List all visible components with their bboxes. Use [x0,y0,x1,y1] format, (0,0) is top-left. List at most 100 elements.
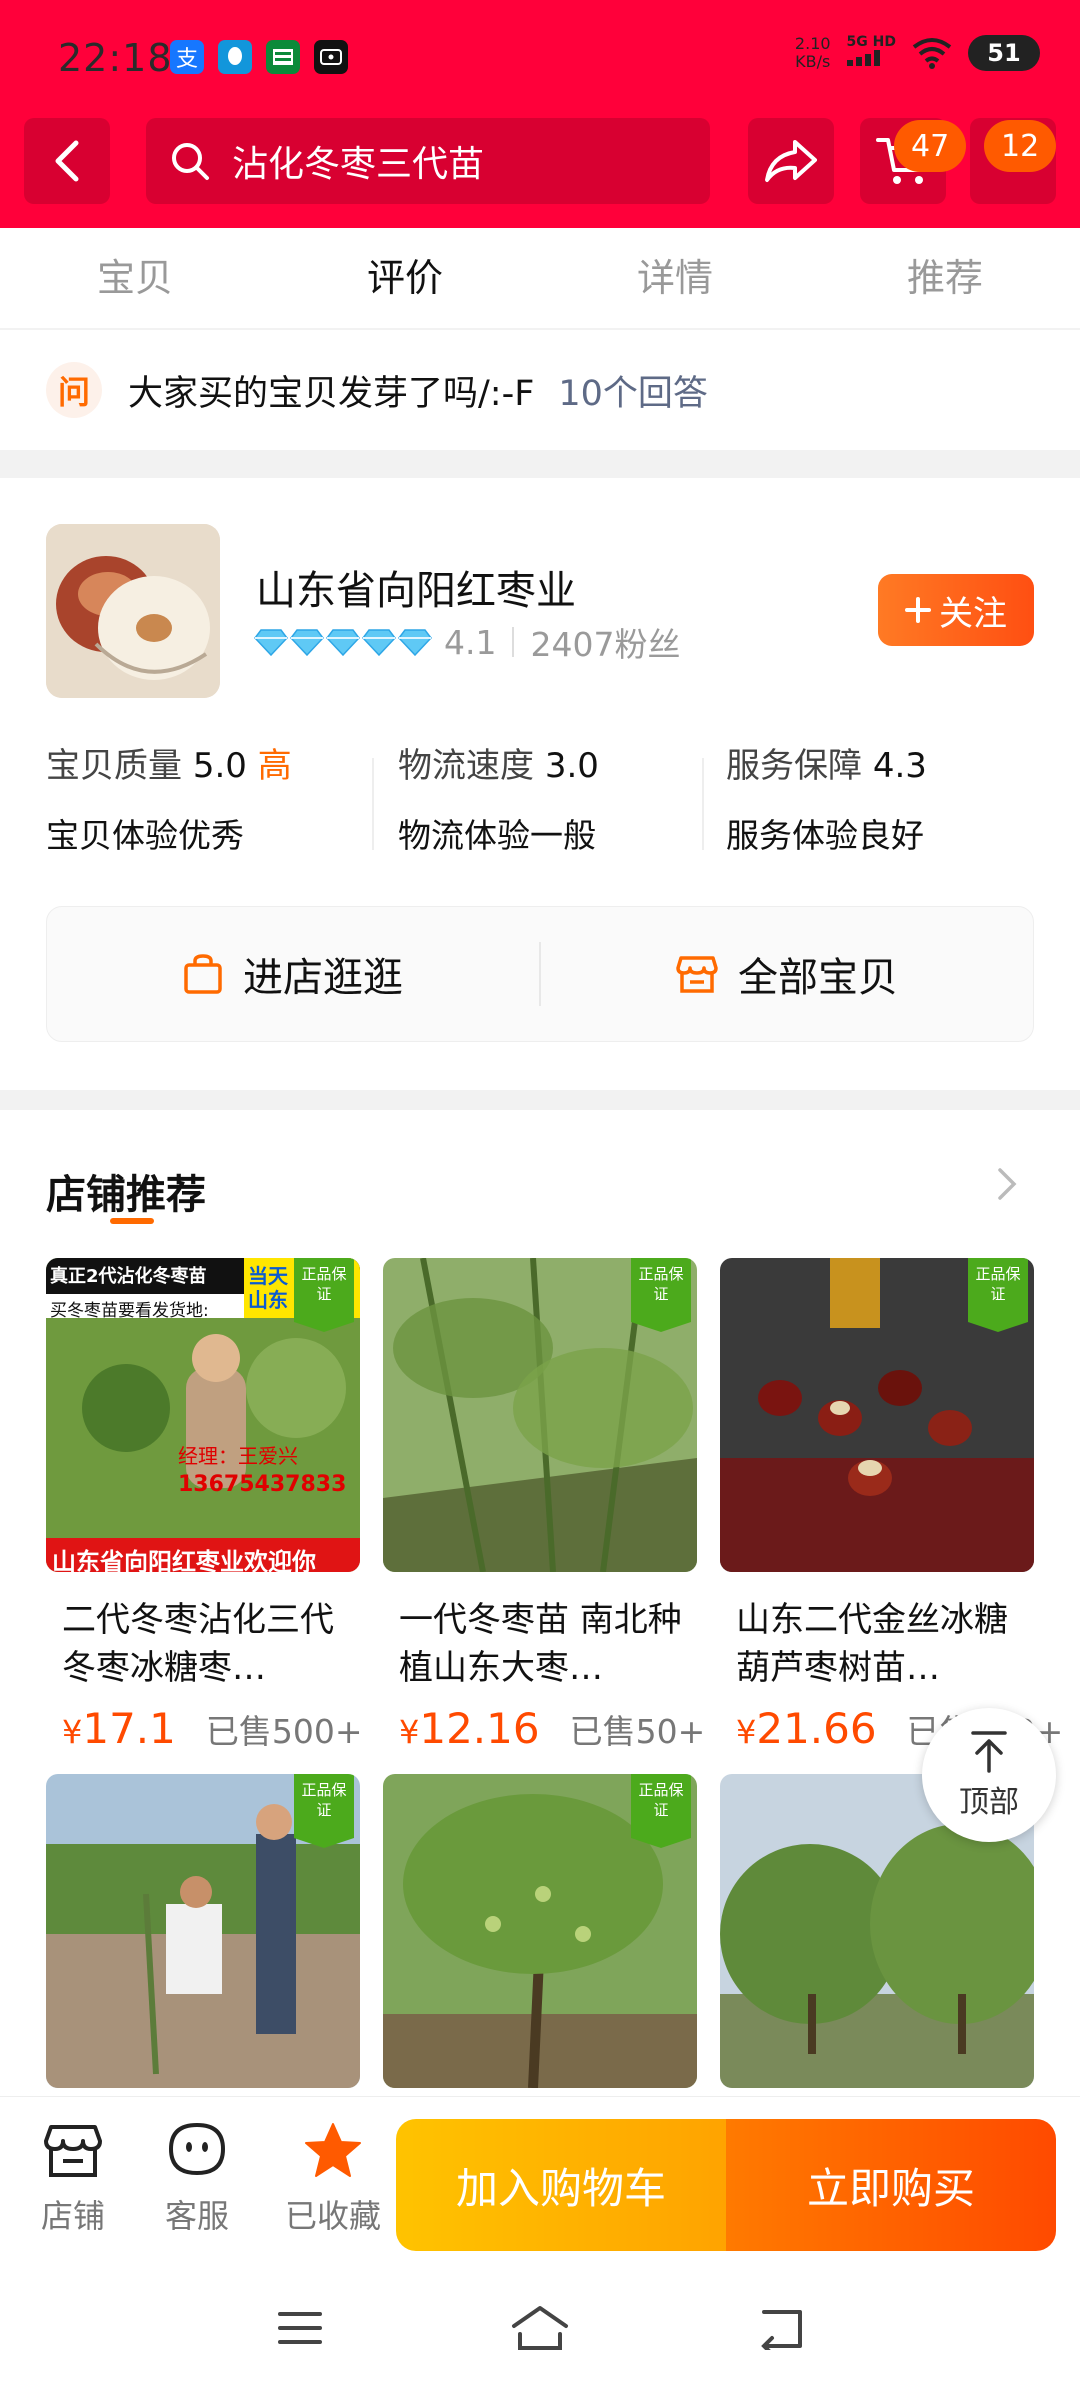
diamond-icon [290,629,324,656]
shop-logo[interactable] [46,524,220,698]
metric-logistics-title: 物流速度 3.0 [398,738,599,787]
all-items-label: 全部宝贝 [738,955,898,1001]
metric-value: 5.0 [192,746,247,786]
buy-now-button[interactable]: 立即购买 [726,2119,1056,2251]
arrow-up-icon [971,1731,1007,1773]
product-image[interactable]: 正品保证 [46,1774,360,2088]
price-value: 12.16 [419,1704,540,1753]
all-items-button[interactable]: 全部宝贝 [541,907,1033,1041]
battery-indicator: 51 [968,34,1040,71]
metric-level: 高 [257,746,292,786]
banner-top-text: 真正2代沾化冬枣苗 [50,1266,207,1287]
status-right: 2.10 KB/s 5G HD 51 [795,34,1040,71]
divider [512,627,515,657]
system-nav-bar [0,2258,1080,2400]
favorite-button[interactable]: 已收藏 [268,2121,398,2237]
product-card[interactable]: 正品保证 山东二代金丝冰糖葫芦枣树苗… ¥21.66 已售100+ [720,1258,1063,1753]
post-icon [266,40,300,74]
share-button[interactable] [748,118,834,204]
qq-icon [218,40,252,74]
metric-value: 3.0 [544,746,599,786]
product-image[interactable]: 正品保证 [720,1258,1034,1572]
metric-desc: 服务体验良好 [726,816,924,855]
metric-label: 物流速度 [398,746,534,786]
product-image[interactable]: 正品保证 [383,1774,697,2088]
status-time: 22:18 [58,36,173,80]
currency-symbol: ¥ [736,1713,757,1751]
product-image[interactable]: 真正2代沾化冬枣苗 买冬枣苗要看发货地: 当天 山东 经理：王爱兴 136754… [46,1258,360,1572]
alipay-icon: 支 [170,40,204,74]
metric-quality: 宝贝质量 5.0 高 宝贝体验优秀 [46,738,292,857]
chevron-right-icon[interactable] [994,1164,1022,1204]
plus-icon [905,597,931,623]
search-bar[interactable]: 沾化冬枣三代苗 [146,118,710,204]
bottom-action-bar: 店铺 客服 已收藏 加入购物车 立即购买 [0,2096,1080,2258]
tab-bar: 宝贝 评价 详情 推荐 [0,228,1080,328]
follow-label: 关注 [939,593,1007,634]
store-icon [44,2125,102,2177]
genuine-tag-label: 正品保证 [638,1781,684,1819]
banner-manager-text: 经理：王爱兴 [178,1444,298,1468]
diamond-rating [254,628,432,656]
shop-name[interactable]: 山东省向阳红枣业 [256,558,576,616]
shop-card: 山东省向阳红枣业 4.1 2407粉丝 关注 宝贝质量 5.0 高 宝贝体验优秀… [0,478,1080,1090]
store-label: 店铺 [40,2197,105,2235]
video-icon [314,40,348,74]
store-button[interactable]: 店铺 [18,2121,128,2237]
shopping-bag-icon [184,954,222,994]
product-image[interactable]: 正品保证 [383,1258,697,1572]
metric-divider [372,758,374,850]
banner-side-text: 当天 山东 [248,1264,288,1312]
add-to-cart-button[interactable]: 加入购物车 [396,2119,726,2251]
status-bar: 22:18 支 2.10 KB/s 5G HD 51 [0,0,1080,112]
cart-badge: 47 [894,120,967,172]
tab-reviews[interactable]: 评价 [270,228,540,328]
product-card[interactable]: 正品保证 一代冬枣苗 南北种植山东大枣… ¥12.16 已售50+ [383,1258,705,1753]
product-card[interactable]: 正品保证 [46,1774,360,2088]
tab-details[interactable]: 详情 [540,228,810,328]
signal-icon: 5G HD [846,34,896,71]
product-card[interactable]: 真正2代沾化冬枣苗 买冬枣苗要看发货地: 当天 山东 经理：王爱兴 136754… [46,1258,363,1753]
metric-divider [702,758,704,850]
recent-apps-button[interactable] [260,2298,340,2358]
metric-service-title: 服务保障 4.3 [726,738,927,787]
enter-store-button[interactable]: 进店逛逛 [47,907,539,1041]
product-price: ¥21.66 [736,1704,877,1753]
qa-question: 大家买的宝贝发芽了吗/:-F [128,373,535,414]
tab-item[interactable]: 宝贝 [0,228,270,328]
home-icon [512,2306,568,2350]
metric-logistics: 物流速度 3.0 物流体验一般 [398,738,599,857]
shop-metrics: 宝贝质量 5.0 高 宝贝体验优秀 物流速度 3.0 物流体验一般 服务保障 4… [0,738,1080,868]
metric-desc: 宝贝体验优秀 [46,816,244,855]
metric-desc: 物流体验一般 [398,816,596,855]
diamond-icon [362,629,396,656]
screen: 22:18 支 2.10 KB/s 5G HD 51 沾化冬枣三代苗 47 12… [0,0,1080,2400]
product-title: 山东二代金丝冰糖葫芦枣树苗… [736,1600,1008,1688]
banner-phone-text: 13675437833 [178,1472,347,1497]
back-button[interactable] [24,118,110,204]
back-to-top-button[interactable]: 顶部 [922,1708,1056,1842]
top-header: 22:18 支 2.10 KB/s 5G HD 51 沾化冬枣三代苗 47 12 [0,0,1080,228]
diamond-icon [254,629,288,656]
back-nav-button[interactable] [740,2298,820,2358]
tab-recommend[interactable]: 推荐 [810,228,1080,328]
qa-row[interactable]: 问 大家买的宝贝发芽了吗/:-F 10个回答 [0,330,1080,450]
home-button[interactable] [500,2298,580,2358]
status-app-icons: 支 [170,40,348,74]
metric-value: 4.3 [872,746,927,786]
shop-rating: 4.1 2407粉丝 [254,618,680,666]
genuine-tag-label: 正品保证 [301,1265,347,1303]
genuine-tag-label: 正品保证 [301,1781,347,1819]
star-icon [305,2123,361,2177]
genuine-tag-label: 正品保证 [975,1265,1021,1303]
share-icon [765,140,817,182]
shop-fans: 2407粉丝 [530,625,681,664]
product-title: 二代冬枣沾化三代冬枣冰糖枣… [62,1600,334,1688]
product-card[interactable]: 正品保证 [383,1774,697,2088]
follow-button[interactable]: 关注 [878,574,1034,646]
store-recommend-section: 店铺推荐 真正2代沾化冬枣苗 买冬枣苗要看发货地: 当天 山东 经理：王爱兴 1… [0,1110,1080,2110]
customer-service-label: 客服 [164,2197,229,2235]
product-price: ¥17.1 [62,1704,176,1753]
menu-icon [278,2312,322,2344]
customer-service-button[interactable]: 客服 [142,2121,252,2237]
